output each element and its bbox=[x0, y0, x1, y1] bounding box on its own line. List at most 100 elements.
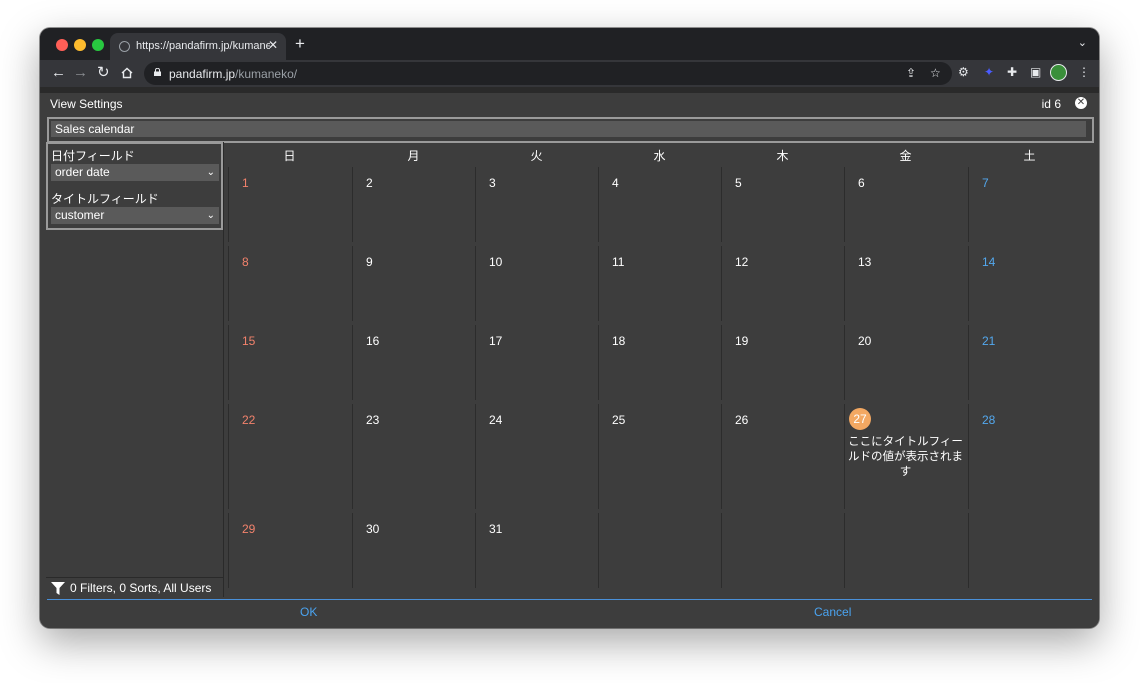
share-icon[interactable]: ⇪ bbox=[906, 66, 916, 80]
calendar-day-cell[interactable]: 22 bbox=[228, 404, 351, 509]
calendar-day-cell[interactable]: 24 bbox=[475, 404, 598, 509]
day-number: 9 bbox=[366, 255, 373, 269]
day-number: 6 bbox=[858, 176, 865, 190]
calendar-day-cell[interactable]: 8 bbox=[228, 246, 351, 321]
cell-divider bbox=[352, 404, 353, 509]
address-bar[interactable]: pandafirm.jp/kumaneko/ ⇪ ☆ bbox=[144, 62, 952, 85]
day-number: 26 bbox=[735, 413, 749, 427]
maximize-window-button[interactable] bbox=[92, 39, 104, 51]
day-number: 20 bbox=[858, 334, 872, 348]
star-icon[interactable]: ☆ bbox=[930, 66, 941, 80]
calendar-day-cell[interactable]: 15 bbox=[228, 325, 351, 400]
url-text: pandafirm.jp/kumaneko/ bbox=[169, 67, 298, 81]
calendar-day-cell[interactable]: 7 bbox=[968, 167, 1091, 242]
lock-icon bbox=[154, 68, 161, 76]
cell-divider bbox=[598, 325, 599, 400]
menu-kebab-icon[interactable]: ⋮ bbox=[1078, 65, 1090, 79]
calendar-day-cell[interactable]: 5 bbox=[721, 167, 844, 242]
day-number: 7 bbox=[982, 176, 989, 190]
puzzle-icon[interactable]: ✚ bbox=[1007, 65, 1017, 79]
calendar-day-cell[interactable]: 4 bbox=[598, 167, 721, 242]
tab-search-icon[interactable]: ⌄ bbox=[1078, 36, 1087, 49]
day-number: 13 bbox=[858, 255, 872, 269]
calendar-day-cell[interactable]: 23 bbox=[352, 404, 475, 509]
day-number: 3 bbox=[489, 176, 496, 190]
forward-icon[interactable]: → bbox=[73, 64, 88, 82]
new-tab-button[interactable]: + bbox=[295, 34, 305, 54]
calendar-day-cell[interactable]: 10 bbox=[475, 246, 598, 321]
filter-sort-bar[interactable]: 0 Filters, 0 Sorts, All Users bbox=[46, 577, 223, 598]
chevron-down-icon: ⌄ bbox=[206, 210, 215, 221]
title-field-select[interactable]: customer ⌄ bbox=[51, 207, 219, 224]
calendar-day-cell[interactable]: 27 ここにタイトルフィールドの値が表示されます bbox=[844, 404, 967, 509]
calendar-day-cell[interactable]: 11 bbox=[598, 246, 721, 321]
calendar-day-cell[interactable]: 21 bbox=[968, 325, 1091, 400]
minimize-window-button[interactable] bbox=[74, 39, 86, 51]
calendar-day-cell[interactable]: 14 bbox=[968, 246, 1091, 321]
cell-divider bbox=[228, 513, 229, 588]
day-number: 1 bbox=[242, 176, 249, 190]
calendar-day-cell[interactable]: 12 bbox=[721, 246, 844, 321]
calendar-day-cell[interactable]: 9 bbox=[352, 246, 475, 321]
calendar-day-cell[interactable]: 6 bbox=[844, 167, 967, 242]
ok-button[interactable]: OK bbox=[300, 605, 317, 619]
calendar-day-cell[interactable]: 17 bbox=[475, 325, 598, 400]
today-day-badge: 27 bbox=[849, 408, 871, 430]
day-number: 23 bbox=[366, 413, 380, 427]
profile-avatar-icon[interactable] bbox=[1050, 64, 1067, 81]
extension-sparkle-icon[interactable]: ✦ bbox=[984, 65, 994, 79]
calendar-day-cell[interactable]: 1 bbox=[228, 167, 351, 242]
weekday-header-wed: 水 bbox=[653, 149, 666, 163]
calendar-day-cell[interactable]: 13 bbox=[844, 246, 967, 321]
calendar-day-cell[interactable]: 19 bbox=[721, 325, 844, 400]
home-icon[interactable] bbox=[121, 64, 133, 84]
date-field-select[interactable]: order date ⌄ bbox=[51, 164, 219, 181]
day-number: 31 bbox=[489, 522, 503, 536]
day-number: 17 bbox=[489, 334, 503, 348]
day-number: 15 bbox=[242, 334, 256, 348]
day-number: 14 bbox=[982, 255, 996, 269]
cell-divider bbox=[844, 246, 845, 321]
calendar-day-cell[interactable]: 28 bbox=[968, 404, 1091, 509]
cell-divider bbox=[721, 167, 722, 242]
cell-divider bbox=[721, 325, 722, 400]
calendar-day-cell[interactable]: 3 bbox=[475, 167, 598, 242]
browser-tab[interactable]: https://pandafirm.jp/kumaneko/ ✕ bbox=[110, 33, 286, 60]
globe-icon bbox=[119, 41, 130, 52]
extension-gear-icon[interactable]: ⚙ bbox=[958, 65, 969, 79]
reload-icon[interactable]: ↻ bbox=[97, 64, 110, 82]
calendar-day-cell[interactable]: 30 bbox=[352, 513, 475, 588]
day-number: 2 bbox=[366, 176, 373, 190]
calendar-day-cell bbox=[721, 513, 844, 588]
day-number: 10 bbox=[489, 255, 503, 269]
sidepanel-icon[interactable]: ▣ bbox=[1030, 65, 1041, 79]
day-number: 22 bbox=[242, 413, 256, 427]
close-window-button[interactable] bbox=[56, 39, 68, 51]
calendar-day-cell[interactable]: 29 bbox=[228, 513, 351, 588]
calendar-day-cell[interactable]: 18 bbox=[598, 325, 721, 400]
field-settings-panel: 日付フィールド order date ⌄ タイトルフィールド customer … bbox=[46, 142, 223, 230]
event-title-placeholder[interactable]: ここにタイトルフィールドの値が表示されます bbox=[844, 435, 967, 480]
view-name-input[interactable] bbox=[51, 121, 1086, 137]
back-icon[interactable]: ← bbox=[51, 64, 66, 82]
calendar-day-cell[interactable]: 31 bbox=[475, 513, 598, 588]
weekday-header-mon: 月 bbox=[407, 149, 420, 163]
dialog-close-icon[interactable]: ✕ bbox=[1075, 97, 1087, 109]
tab-close-icon[interactable]: ✕ bbox=[268, 38, 278, 52]
calendar-day-cell[interactable]: 25 bbox=[598, 404, 721, 509]
cell-divider bbox=[598, 167, 599, 242]
calendar-day-cell[interactable]: 16 bbox=[352, 325, 475, 400]
cell-divider bbox=[844, 325, 845, 400]
view-name-box bbox=[47, 117, 1094, 143]
weekday-header-sat: 土 bbox=[1023, 149, 1036, 163]
dialog-title: View Settings bbox=[50, 97, 123, 111]
calendar-day-cell[interactable]: 26 bbox=[721, 404, 844, 509]
calendar-day-cell[interactable]: 2 bbox=[352, 167, 475, 242]
calendar-day-cell[interactable]: 20 bbox=[844, 325, 967, 400]
cell-divider bbox=[352, 513, 353, 588]
cell-divider bbox=[228, 325, 229, 400]
cell-divider bbox=[352, 246, 353, 321]
day-number: 29 bbox=[242, 522, 256, 536]
cancel-button[interactable]: Cancel bbox=[814, 605, 851, 619]
day-number: 8 bbox=[242, 255, 249, 269]
